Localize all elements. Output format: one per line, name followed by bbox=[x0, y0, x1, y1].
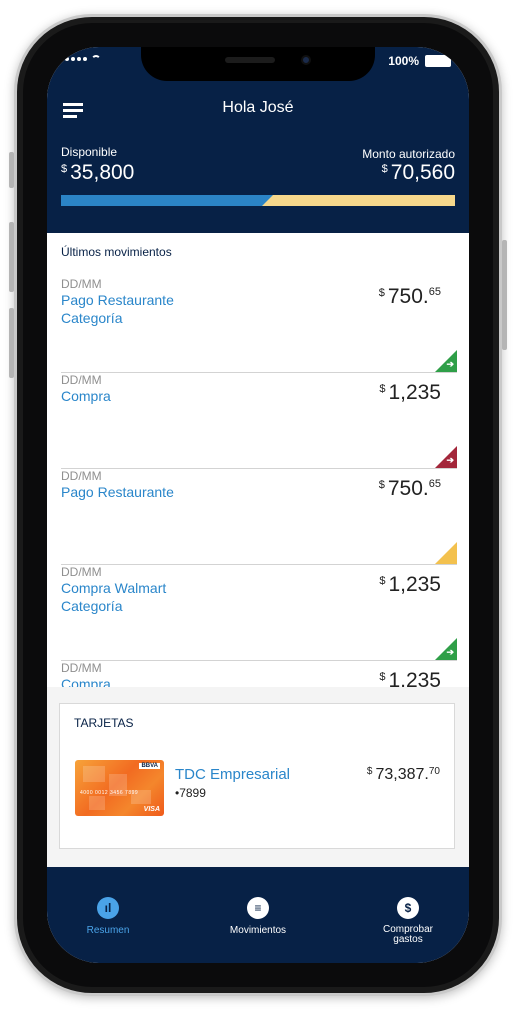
movement-description: Compra Walmart Categoría bbox=[61, 580, 167, 614]
movement-date: DD/MM bbox=[61, 373, 102, 387]
movement-description: Compra bbox=[61, 676, 111, 687]
authorized-amount: $70,560 bbox=[382, 161, 455, 185]
available-balance-fill bbox=[61, 195, 262, 206]
front-camera bbox=[301, 55, 311, 65]
cards-section: TARJETAS BBVA 4000 0012 3456 7899 VISA T… bbox=[47, 687, 469, 867]
tab-resumen[interactable]: ıl Resumen bbox=[53, 897, 163, 936]
balance-progress-bar bbox=[61, 195, 455, 206]
arrow-icon: ➔ bbox=[446, 647, 454, 657]
movement-date: DD/MM bbox=[61, 565, 102, 579]
balance-bar-divider bbox=[261, 195, 273, 206]
account-header: 100% Hola José Disponible $35,800 Monto … bbox=[47, 47, 469, 233]
chart-icon: ıl bbox=[97, 897, 119, 919]
power-button bbox=[502, 240, 507, 350]
movement-date: DD/MM bbox=[61, 469, 102, 483]
mute-switch bbox=[9, 152, 14, 188]
card-summary[interactable]: TARJETAS BBVA 4000 0012 3456 7899 VISA T… bbox=[59, 703, 455, 849]
currency-symbol: $ bbox=[381, 163, 388, 175]
available-value: 35,800 bbox=[70, 161, 135, 184]
currency-symbol: $ bbox=[61, 163, 68, 175]
speaker-grille bbox=[225, 57, 275, 63]
card-number-art: 4000 0012 3456 7899 bbox=[80, 790, 139, 796]
dollar-icon: $ bbox=[397, 897, 419, 919]
movement-date: DD/MM bbox=[61, 661, 102, 675]
card-name[interactable]: TDC Empresarial bbox=[175, 766, 290, 783]
tab-label: Comprobar gastos bbox=[382, 924, 434, 945]
visa-logo: VISA bbox=[143, 806, 160, 813]
battery-indicator: 100% bbox=[388, 54, 451, 68]
available-amount: $35,800 bbox=[61, 161, 134, 185]
movement-amount: $1,235 bbox=[379, 573, 441, 596]
movement-amount: $1,235 bbox=[379, 381, 441, 404]
signal-icon bbox=[65, 57, 87, 61]
movement-date: DD/MM bbox=[61, 277, 102, 291]
volume-down-button bbox=[9, 308, 14, 378]
authorized-value: 70,560 bbox=[390, 161, 455, 184]
tab-label: Resumen bbox=[86, 925, 130, 936]
movement-item[interactable]: DD/MM Compra $1,235 ➔ bbox=[61, 373, 457, 469]
signal-indicator bbox=[65, 55, 101, 63]
yellow-corner-icon bbox=[435, 542, 457, 564]
movement-item[interactable]: DD/MM Pago Restaurante Categoría $750.65 … bbox=[61, 277, 457, 373]
bbva-logo: BBVA bbox=[139, 763, 160, 769]
available-label: Disponible bbox=[61, 145, 118, 159]
movement-description: Pago Restaurante bbox=[61, 484, 174, 500]
credit-card-image: BBVA 4000 0012 3456 7899 VISA bbox=[75, 760, 164, 816]
movement-amount: $750.65 bbox=[378, 477, 441, 500]
movement-description: Pago Restaurante Categoría bbox=[61, 292, 174, 326]
card-balance: $73,387.70 bbox=[366, 766, 440, 783]
tab-label: Movimientos bbox=[229, 925, 287, 936]
arrow-icon: ➔ bbox=[446, 455, 454, 465]
card-last-digits: •7899 bbox=[175, 786, 206, 800]
movements-title: Últimos movimientos bbox=[61, 245, 172, 259]
greeting-title: Hola José bbox=[222, 99, 294, 116]
battery-icon bbox=[425, 55, 451, 67]
movement-amount: $1,235 bbox=[379, 669, 441, 687]
tab-movimientos[interactable]: ≡ Movimientos bbox=[203, 897, 313, 936]
bottom-navigation: ıl Resumen ≡ Movimientos $ Comprobar gas… bbox=[47, 867, 469, 963]
battery-percentage: 100% bbox=[388, 54, 419, 68]
wifi-icon bbox=[91, 55, 101, 63]
authorized-label: Monto autorizado bbox=[362, 147, 455, 161]
tab-comprobar-gastos[interactable]: $ Comprobar gastos bbox=[353, 897, 463, 945]
movement-description: Compra bbox=[61, 388, 111, 404]
volume-up-button bbox=[9, 222, 14, 292]
movement-item[interactable]: DD/MM Compra $1,235 bbox=[61, 661, 457, 687]
arrow-icon: ➔ bbox=[446, 359, 454, 369]
movement-item[interactable]: DD/MM Pago Restaurante $750.65 bbox=[61, 469, 457, 565]
movement-amount: $750.65 bbox=[378, 285, 441, 308]
phone-notch bbox=[141, 47, 375, 81]
app-screen: 100% Hola José Disponible $35,800 Monto … bbox=[47, 47, 469, 963]
recent-movements-list[interactable]: Últimos movimientos DD/MM Pago Restauran… bbox=[47, 233, 469, 687]
movement-item[interactable]: DD/MM Compra Walmart Categoría $1,235 ➔ bbox=[61, 565, 457, 661]
list-icon: ≡ bbox=[247, 897, 269, 919]
cards-title: TARJETAS bbox=[74, 716, 134, 730]
